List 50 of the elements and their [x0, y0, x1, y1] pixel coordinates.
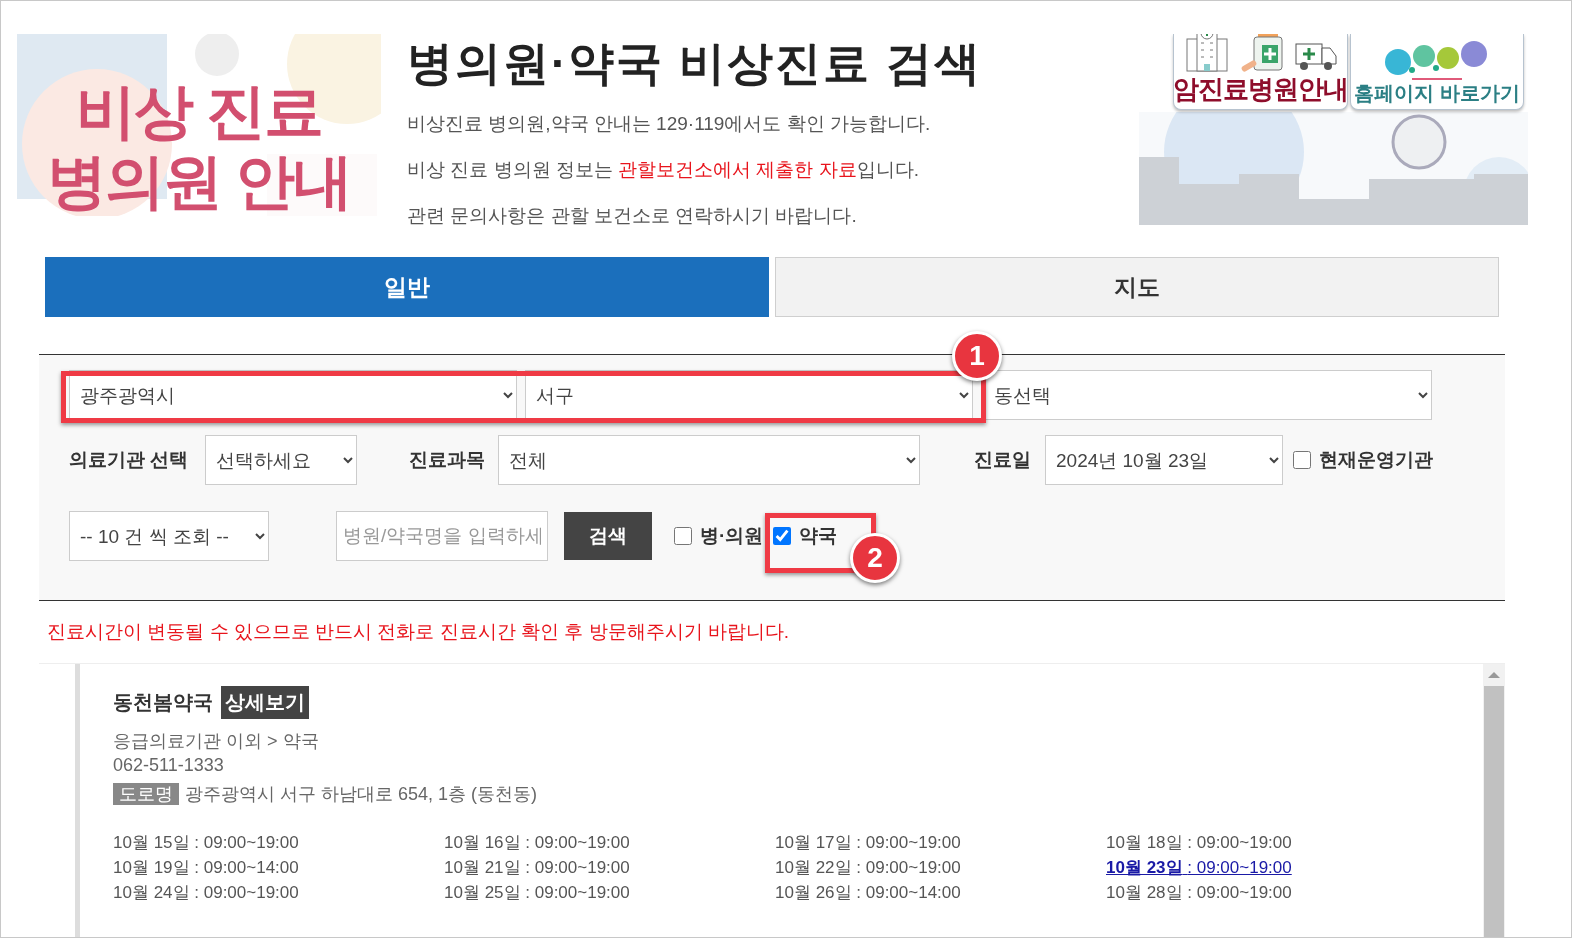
- banner-link[interactable]: 홈페이지 바로가기: [1350, 34, 1524, 110]
- notice-text: 진료시간이 변동될 수 있으므로 반드시 전화로 진료시간 확인 후 방문해주시기 바랍니다.: [46, 620, 791, 644]
- address-text: 광주광역시 서구 하남대로 654, 1층 (동천동): [185, 784, 538, 804]
- date-select[interactable]: 2024년 10월 23일: [1045, 435, 1283, 485]
- detail-button[interactable]: 상세보기: [221, 686, 309, 719]
- checkbox[interactable]: [674, 527, 692, 545]
- info-text: 관련 문의사항은 관할 보건소로 연락하시기 바랍니다.: [407, 204, 858, 228]
- field-label: 진료일: [974, 448, 1032, 472]
- tab[interactable]: 지도: [775, 257, 1499, 317]
- field-label: 의료기관 선택: [69, 448, 190, 472]
- medicine-icon: [1239, 34, 1284, 72]
- schedule-entry: 10월 16일 : 09:00~19:00: [444, 833, 630, 852]
- schedule-entry: 10월 21일 : 09:00~19:00: [444, 858, 630, 877]
- schedule-entry: 10월 22일 : 09:00~19:00: [775, 858, 961, 877]
- schedule-entry: 10월 17일 : 09:00~19:00: [775, 833, 961, 852]
- scroll-up-icon[interactable]: [1488, 670, 1500, 680]
- schedule-entry: 10월 15일 : 09:00~19:00: [113, 833, 299, 852]
- page-title: 병의원·약국 비상진료 검색: [407, 36, 982, 91]
- hospital-icon: [1183, 34, 1230, 72]
- address-tag: 도로명: [113, 783, 179, 805]
- checkbox[interactable]: [773, 527, 792, 545]
- scrollbar[interactable]: [1483, 664, 1505, 937]
- phone-text: 062-511-1333: [113, 755, 225, 776]
- logo-text: 병의원 안내: [45, 147, 353, 216]
- info-text: 비상 진료 병의원 정보는 관할보건소에서 제출한 자료입니다.: [407, 158, 920, 182]
- tab[interactable]: 일반: [45, 257, 769, 317]
- search-field[interactable]: 병원/약국명을 입력하세: [336, 511, 548, 561]
- dong-select[interactable]: 동선택: [983, 370, 1432, 420]
- department-select[interactable]: 전체: [498, 435, 920, 485]
- category-text: 응급의료기관 이외 > 약국: [113, 730, 320, 753]
- schedule-entry: 10월 26일 : 09:00~14:00: [775, 883, 961, 902]
- schedule-entry: 10월 24일 : 09:00~19:00: [113, 883, 299, 902]
- field-label: 병·의원: [700, 524, 764, 548]
- logo-text: 비상 진료: [74, 77, 324, 147]
- result-name: 동천봄약국: [113, 690, 213, 715]
- schedule-entry: 10월 19일 : 09:00~14:00: [113, 858, 299, 877]
- search-button[interactable]: 검색: [564, 512, 652, 560]
- step-number: 2: [850, 533, 900, 583]
- info-text: 비상진료 병의원,약국 안내는 129·119에서도 확인 가능합니다.: [407, 112, 932, 136]
- institution-select[interactable]: 선택하세요: [205, 435, 357, 485]
- schedule-entry: 10월 25일 : 09:00~19:00: [444, 883, 630, 902]
- schedule-entry: 10월 28일 : 09:00~19:00: [1106, 883, 1292, 902]
- checkbox[interactable]: [1293, 451, 1311, 469]
- field-label: 현재운영기관: [1319, 448, 1433, 472]
- page-size-select[interactable]: -- 10 건 씩 조회 --: [69, 511, 269, 561]
- schedule-entry: 10월 18일 : 09:00~19:00: [1106, 833, 1292, 852]
- banner-link[interactable]: 암진료병원안내: [1173, 34, 1348, 110]
- field-label: 진료과목: [409, 448, 486, 472]
- field-label: 약국: [799, 524, 838, 548]
- step-number: 1: [952, 331, 1002, 381]
